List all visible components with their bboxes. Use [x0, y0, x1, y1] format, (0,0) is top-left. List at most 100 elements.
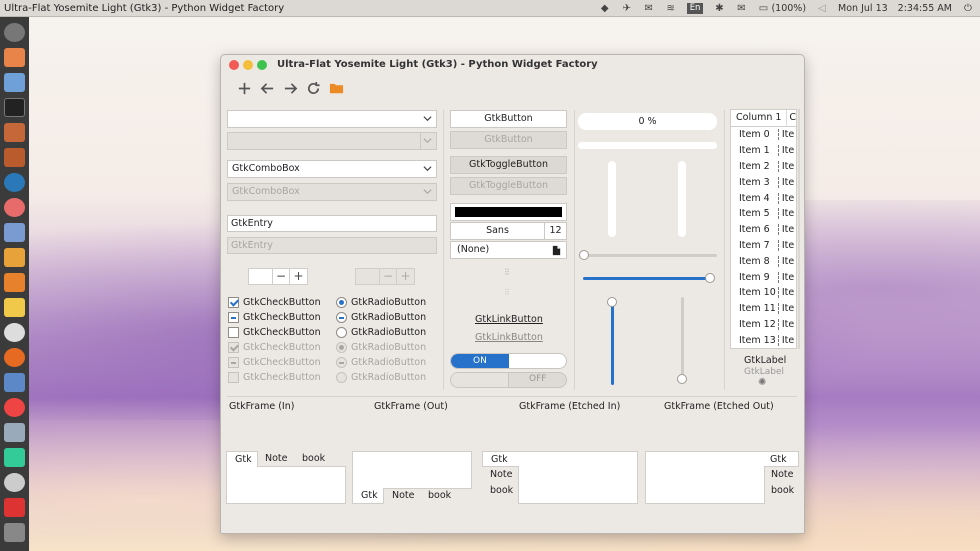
tab-book[interactable]: book: [771, 485, 794, 496]
minus-icon[interactable]: −: [273, 269, 290, 284]
forward-icon[interactable]: [281, 79, 299, 97]
tab-note[interactable]: Note: [265, 453, 288, 464]
tree-row[interactable]: Item 1 Ite: [731, 143, 796, 159]
time-text[interactable]: 2:34:55 AM: [898, 3, 952, 14]
ubuntu-one-icon[interactable]: [4, 398, 25, 417]
vscale-full-knob[interactable]: [607, 297, 617, 307]
button[interactable]: GtkButton: [450, 110, 567, 128]
software-icon[interactable]: [4, 323, 25, 342]
plus-icon[interactable]: +: [290, 269, 307, 284]
wifi-icon[interactable]: ≋: [665, 3, 677, 14]
tab-gtk[interactable]: Gtk: [764, 451, 799, 467]
inkscape-icon[interactable]: [4, 248, 25, 267]
radio-button-checked[interactable]: GtkRadioButton: [336, 297, 426, 308]
app-store-icon[interactable]: [4, 273, 25, 292]
check-button-checked[interactable]: GtkCheckButton: [228, 297, 321, 308]
tree-scrollbar[interactable]: [798, 109, 800, 349]
tree-row[interactable]: Item 5 Ite: [731, 206, 796, 222]
tab-note[interactable]: Note: [771, 469, 794, 480]
files-icon[interactable]: [4, 48, 25, 67]
hscale-full[interactable]: [583, 277, 710, 280]
tab-gtk[interactable]: Gtk: [352, 488, 384, 504]
notes-icon[interactable]: [4, 298, 25, 317]
hscale-empty-knob[interactable]: [579, 250, 589, 260]
dash-icon[interactable]: [4, 23, 25, 42]
tree-row[interactable]: Item 0 Ite: [731, 127, 796, 143]
checkbox[interactable]: [228, 327, 239, 338]
tab-book[interactable]: book: [490, 485, 513, 496]
refresh-icon[interactable]: [304, 79, 322, 97]
sync-icon[interactable]: ✈: [621, 3, 633, 14]
vscale-empty-knob[interactable]: [677, 374, 687, 384]
tasks-icon[interactable]: [4, 448, 25, 467]
keyboard-layout[interactable]: En: [686, 3, 704, 14]
office-icon[interactable]: [4, 498, 25, 517]
tree-row[interactable]: Item 9 Ite: [731, 269, 796, 285]
terminal-icon[interactable]: [4, 98, 25, 117]
tree-row[interactable]: Item 12 Ite: [731, 317, 796, 333]
vscale-empty[interactable]: [681, 297, 684, 377]
check-button-mixed[interactable]: GtkCheckButton: [228, 312, 321, 323]
checkbox[interactable]: [228, 297, 239, 308]
tree-row[interactable]: Item 11 Ite: [731, 301, 796, 317]
search-app-icon[interactable]: [4, 223, 25, 242]
add-icon[interactable]: [235, 79, 253, 97]
thunderbird-icon[interactable]: [4, 173, 25, 192]
tab-note[interactable]: Note: [490, 469, 513, 480]
minimize-icon[interactable]: [243, 60, 253, 70]
check-button-unchecked[interactable]: GtkCheckButton: [228, 327, 321, 338]
color-button[interactable]: [450, 203, 567, 221]
radio[interactable]: [336, 297, 347, 308]
tree-row[interactable]: Item 2 Ite: [731, 159, 796, 175]
firefox-icon[interactable]: [4, 348, 25, 367]
folder-icon[interactable]: [327, 79, 345, 97]
close-icon[interactable]: [229, 60, 239, 70]
dropbox-icon[interactable]: ◆: [599, 3, 611, 14]
tab-gtk[interactable]: Gtk: [482, 451, 519, 467]
gimp-icon[interactable]: [4, 198, 25, 217]
eye-icon[interactable]: [4, 423, 25, 442]
spin-value[interactable]: [249, 269, 273, 284]
checkbox[interactable]: [228, 312, 239, 323]
column-1-header[interactable]: Column 1: [731, 110, 786, 126]
update-icon[interactable]: ✉: [643, 3, 655, 14]
tree-row[interactable]: Item 3 Ite: [731, 174, 796, 190]
tab-gtk[interactable]: Gtk: [226, 451, 258, 467]
switch-on[interactable]: ON: [450, 353, 567, 369]
radio-button-unchecked[interactable]: GtkRadioButton: [336, 327, 426, 338]
sublime-text-icon[interactable]: [4, 148, 25, 167]
radio[interactable]: [336, 312, 347, 323]
radio[interactable]: [336, 327, 347, 338]
tree-row[interactable]: Item 10 Ite: [731, 285, 796, 301]
tab-book[interactable]: book: [428, 490, 451, 501]
tab-note[interactable]: Note: [392, 490, 415, 501]
combo-box[interactable]: GtkComboBox: [227, 160, 437, 178]
workspace-switcher-icon[interactable]: [4, 523, 25, 542]
file-chooser-button[interactable]: (None): [450, 241, 567, 259]
tree-row[interactable]: Item 13 Ite: [731, 332, 796, 348]
back-icon[interactable]: [258, 79, 276, 97]
tree-row[interactable]: Item 8 Ite: [731, 253, 796, 269]
date-text[interactable]: Mon Jul 13: [838, 3, 888, 14]
empty-combo[interactable]: [227, 110, 437, 128]
bluetooth-icon[interactable]: ✱: [713, 3, 725, 14]
tree-row[interactable]: Item 6 Ite: [731, 222, 796, 238]
hscale-empty[interactable]: [583, 254, 717, 257]
drag-handle-icon[interactable]: ⠿: [504, 269, 510, 277]
link-button[interactable]: GtkLinkButton: [475, 314, 543, 325]
battery-icon[interactable]: ▭: [757, 3, 769, 14]
vscale-full[interactable]: [611, 304, 614, 385]
mail-icon[interactable]: ✉: [735, 3, 747, 14]
system-settings-icon[interactable]: [4, 473, 25, 492]
font-button[interactable]: Sans 12: [450, 222, 567, 240]
tree-view[interactable]: Column 1 C Item 0 Ite Item 1 Ite Item 2 Ite It…: [730, 109, 797, 349]
radio-button-mixed[interactable]: GtkRadioButton: [336, 312, 426, 323]
power-icon[interactable]: ⏻: [962, 3, 974, 14]
spin-button[interactable]: − +: [248, 268, 308, 285]
settings-app-icon[interactable]: [4, 123, 25, 142]
column-2-header[interactable]: C: [786, 110, 796, 126]
hscale-full-knob[interactable]: [705, 273, 715, 283]
tab-book[interactable]: book: [302, 453, 325, 464]
python-icon[interactable]: [4, 373, 25, 392]
file-manager-icon[interactable]: [4, 73, 25, 92]
